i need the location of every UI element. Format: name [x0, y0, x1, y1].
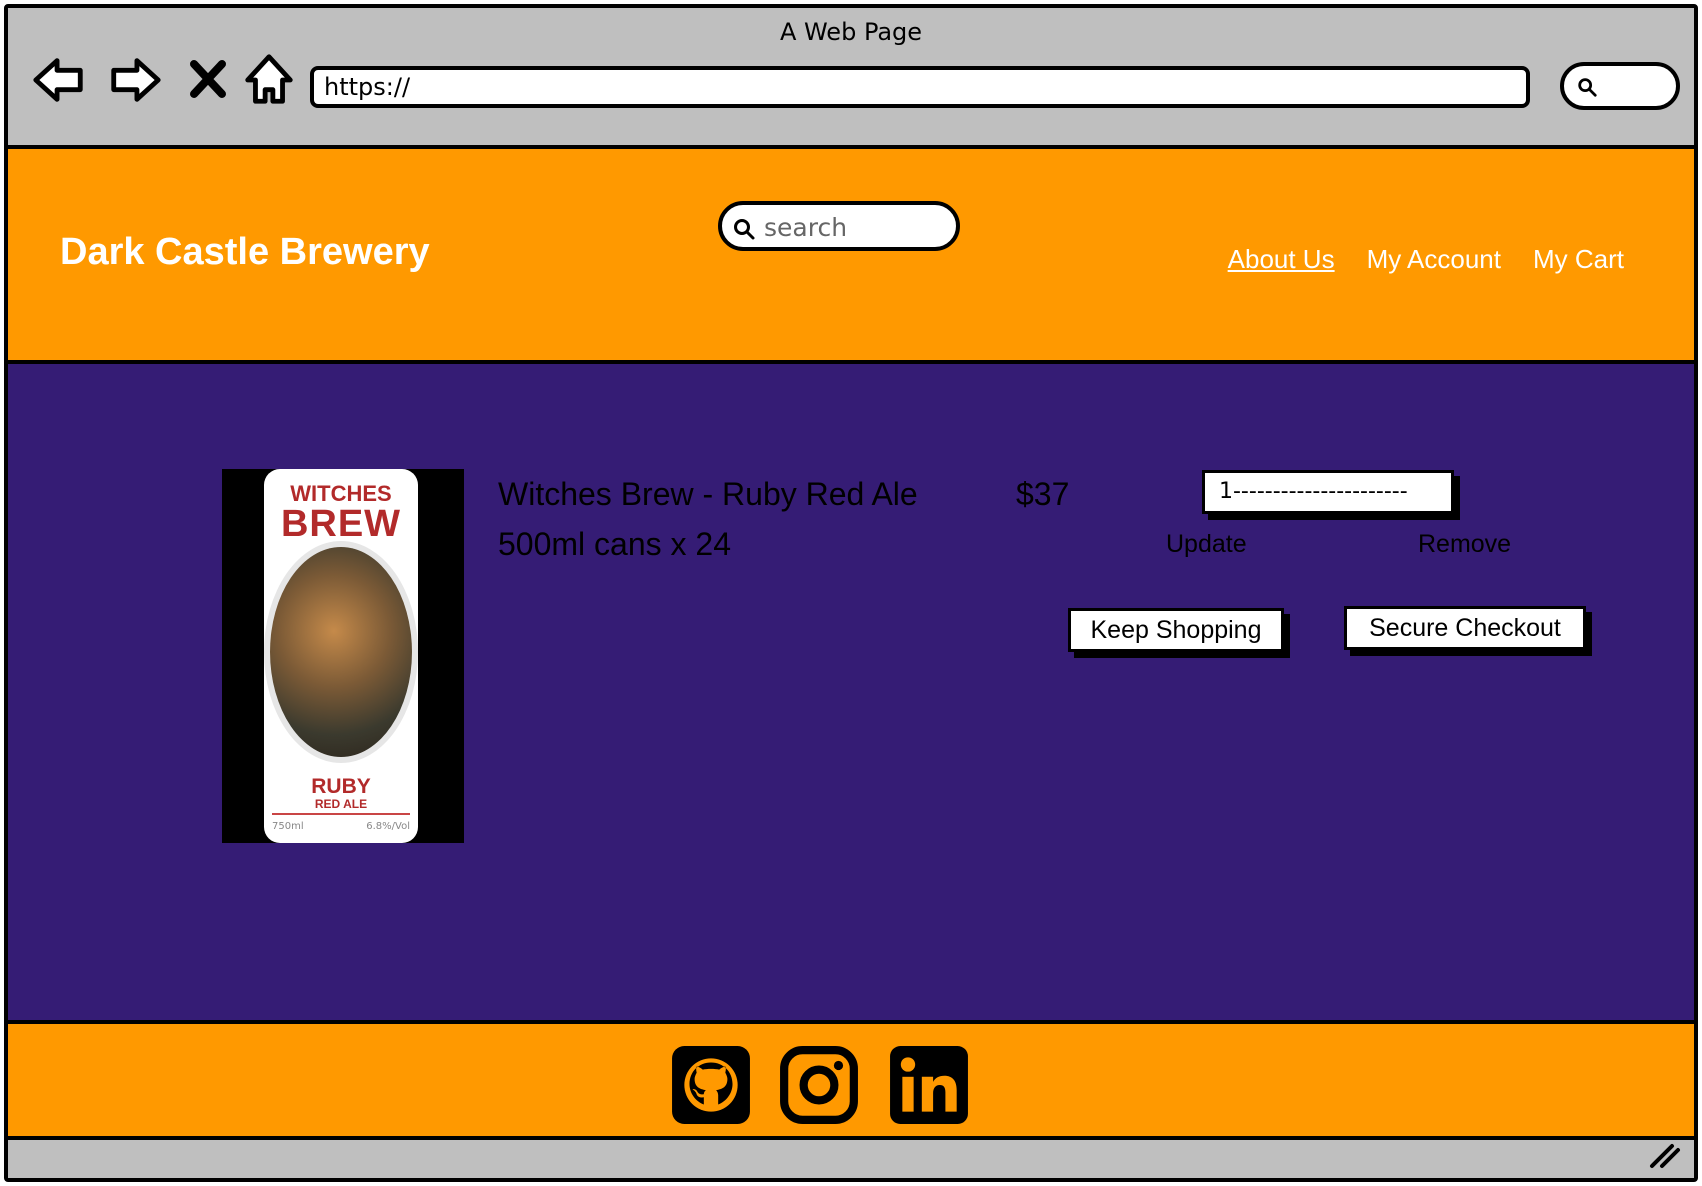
forward-arrow-icon[interactable] — [106, 50, 164, 110]
browser-search-field[interactable] — [1560, 62, 1680, 110]
url-bar[interactable]: https:// — [310, 66, 1530, 108]
quantity-input[interactable]: 1---------------------- — [1202, 470, 1454, 514]
label-line-4: RED ALE — [314, 797, 368, 811]
browser-titlebar: A Web Page https:// — [8, 8, 1694, 149]
instagram-icon[interactable] — [778, 1044, 860, 1126]
beer-can-label: WITCHES BREW RUBY RED ALE 750ml 6.8%/Vol — [264, 469, 418, 843]
site-brand[interactable]: Dark Castle Brewery — [60, 231, 430, 274]
label-abv: 6.8%/Vol — [366, 821, 410, 832]
resize-handle-icon[interactable] — [1648, 1140, 1682, 1170]
label-divider — [272, 813, 410, 815]
search-icon — [1578, 78, 1597, 97]
main-nav: About Us My Account My Cart — [1228, 244, 1624, 275]
nav-link-my-cart[interactable]: My Cart — [1533, 244, 1624, 275]
product-image: WITCHES BREW RUBY RED ALE 750ml 6.8%/Vol — [222, 469, 464, 843]
linkedin-icon[interactable] — [888, 1044, 970, 1126]
back-arrow-icon[interactable] — [30, 50, 88, 110]
product-name: Witches Brew - Ruby Red Ale — [498, 476, 918, 512]
github-icon[interactable] — [670, 1044, 752, 1126]
site-search[interactable] — [718, 201, 960, 251]
update-button[interactable]: Update — [1166, 530, 1247, 559]
close-icon[interactable] — [186, 50, 230, 110]
nav-link-my-account[interactable]: My Account — [1367, 244, 1501, 275]
product-price: $37 — [1016, 476, 1070, 512]
search-input[interactable] — [762, 209, 946, 245]
site-footer — [8, 1020, 1694, 1140]
home-icon[interactable] — [240, 50, 298, 110]
label-line-3: RUBY — [311, 775, 371, 798]
window-title: A Web Page — [779, 18, 923, 46]
search-icon — [734, 219, 755, 240]
nav-link-about-us[interactable]: About Us — [1228, 244, 1335, 275]
label-line-2: BREW — [280, 503, 402, 545]
label-artwork — [270, 547, 412, 757]
label-volume: 750ml — [272, 821, 304, 832]
browser-window: A Web Page https:// Dark Castle Brewery — [4, 4, 1698, 1182]
site-header: Dark Castle Brewery About Us My Account … — [8, 149, 1694, 364]
secure-checkout-button[interactable]: Secure Checkout — [1344, 606, 1586, 650]
cart-content: WITCHES BREW RUBY RED ALE 750ml 6.8%/Vol… — [8, 364, 1694, 1020]
remove-button[interactable]: Remove — [1418, 530, 1511, 559]
keep-shopping-button[interactable]: Keep Shopping — [1068, 608, 1284, 652]
product-size: 500ml cans x 24 — [498, 526, 732, 562]
